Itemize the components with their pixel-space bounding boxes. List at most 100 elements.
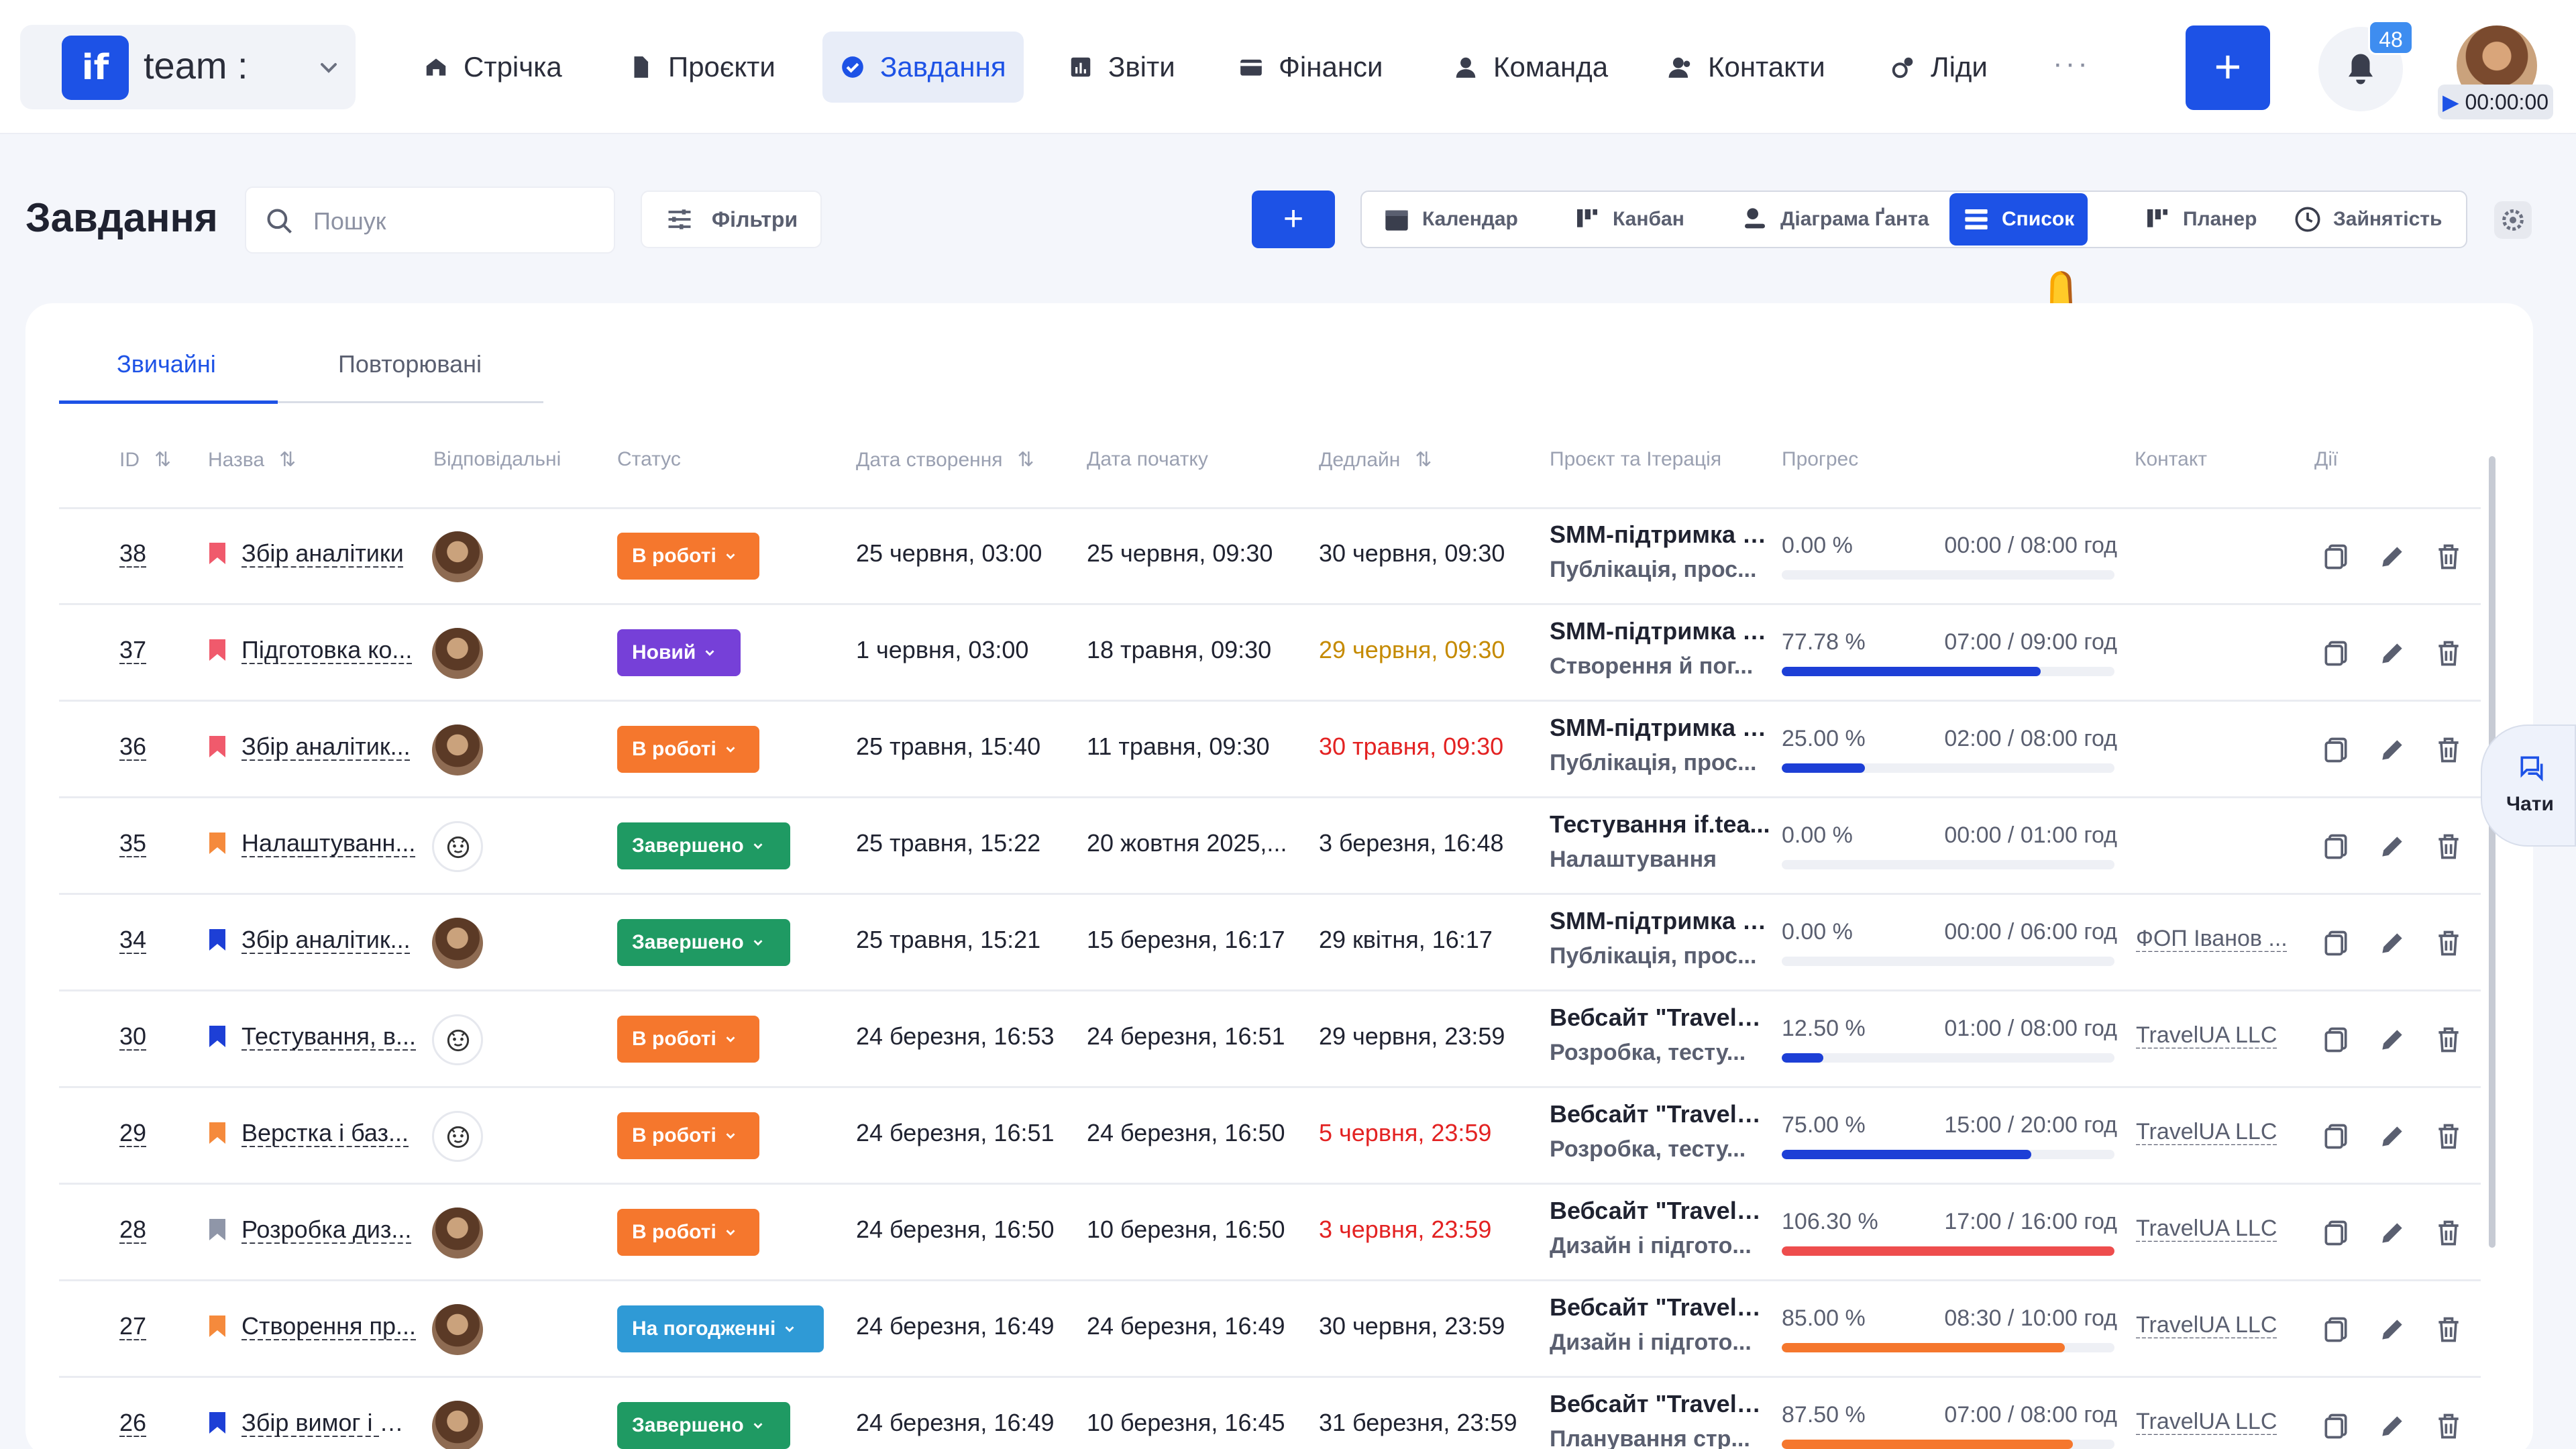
edit-icon[interactable]: [2377, 639, 2407, 668]
task-title[interactable]: Налаштуванн...: [241, 829, 417, 857]
table-row[interactable]: 29 Верстка і баз... В роботі 24 березня, 16…: [59, 1088, 2481, 1185]
filters-button[interactable]: Фільтри: [641, 191, 822, 248]
table-row[interactable]: 28 Розробка диз... В роботі 24 березня, 16:…: [59, 1185, 2481, 1281]
assignee-avatar[interactable]: [432, 1304, 483, 1355]
edit-icon[interactable]: [2377, 1218, 2407, 1248]
edit-icon[interactable]: [2377, 1025, 2407, 1055]
trash-icon[interactable]: [2434, 735, 2463, 765]
trash-icon[interactable]: [2434, 1315, 2463, 1344]
status-dropdown[interactable]: Завершено: [617, 919, 790, 966]
trash-icon[interactable]: [2434, 1411, 2463, 1441]
view-workload[interactable]: Зайнятість: [2281, 193, 2455, 246]
add-task-button[interactable]: +: [1252, 191, 1335, 248]
view-calendar[interactable]: Календар: [1370, 193, 1532, 246]
copy-icon[interactable]: [2321, 1218, 2351, 1248]
search-input[interactable]: [313, 201, 595, 241]
status-dropdown[interactable]: На погодженні: [617, 1305, 824, 1352]
assignee-avatar[interactable]: [432, 724, 483, 775]
settings-button[interactable]: [2494, 201, 2532, 239]
task-title[interactable]: Тестування, в...: [241, 1022, 417, 1051]
search-box[interactable]: [245, 186, 615, 254]
task-title[interactable]: Збір вимог і ф...: [241, 1409, 417, 1437]
nav-leads[interactable]: Ліди: [1873, 32, 2005, 103]
tab-recurring[interactable]: Повторювані: [338, 350, 482, 378]
nav-team[interactable]: Команда: [1436, 32, 1625, 103]
table-row[interactable]: 30 Тестування, в... В роботі 24 березня, 16…: [59, 991, 2481, 1088]
task-title[interactable]: Збір аналітики: [241, 539, 417, 568]
nav-feed[interactable]: Стрічка: [406, 32, 580, 103]
assignee-avatar[interactable]: [432, 1111, 483, 1162]
nav-reports[interactable]: Звіти: [1051, 32, 1193, 103]
copy-icon[interactable]: [2321, 639, 2351, 668]
more-menu[interactable]: ···: [2053, 47, 2090, 80]
nav-projects[interactable]: Проєкти: [610, 32, 793, 103]
copy-icon[interactable]: [2321, 1025, 2351, 1055]
edit-icon[interactable]: [2377, 542, 2407, 572]
copy-icon[interactable]: [2321, 832, 2351, 861]
contact-link[interactable]: TravelUA LLC: [2136, 1022, 2290, 1049]
trash-icon[interactable]: [2434, 1122, 2463, 1151]
tab-regular[interactable]: Звичайні: [117, 350, 216, 378]
edit-icon[interactable]: [2377, 1411, 2407, 1441]
task-id[interactable]: 35: [119, 829, 146, 857]
edit-icon[interactable]: [2377, 1315, 2407, 1344]
task-id[interactable]: 34: [119, 926, 146, 954]
contact-link[interactable]: ФОП Іванов ...: [2136, 926, 2290, 952]
copy-icon[interactable]: [2321, 1315, 2351, 1344]
time-tracker[interactable]: ▶ 00:00:00: [2438, 85, 2553, 119]
assignee-avatar[interactable]: [432, 1401, 483, 1449]
task-title[interactable]: Верстка і баз...: [241, 1119, 417, 1147]
task-id[interactable]: 30: [119, 1022, 146, 1051]
scrollbar-thumb[interactable]: [2489, 456, 2496, 1248]
assignee-avatar[interactable]: [432, 628, 483, 679]
table-row[interactable]: 37 Підготовка ко... Новий 1 червня, 03:00 18…: [59, 605, 2481, 702]
task-title[interactable]: Збір аналітик...: [241, 926, 417, 954]
view-kanban[interactable]: Канбан: [1560, 193, 1698, 246]
col-name[interactable]: Назва ⇅: [208, 448, 296, 472]
task-id[interactable]: 37: [119, 636, 146, 664]
trash-icon[interactable]: [2434, 1218, 2463, 1248]
copy-icon[interactable]: [2321, 542, 2351, 572]
quick-add-button[interactable]: +: [2186, 25, 2270, 110]
view-gantt[interactable]: Діаграма Ґанта: [1728, 193, 1943, 246]
table-row[interactable]: 38 Збір аналітики В роботі 25 червня, 03:00…: [59, 508, 2481, 605]
contact-link[interactable]: TravelUA LLC: [2136, 1312, 2290, 1338]
table-row[interactable]: 26 Збір вимог і ф... Завершено 24 березня, …: [59, 1378, 2481, 1449]
status-dropdown[interactable]: В роботі: [617, 1112, 759, 1159]
trash-icon[interactable]: [2434, 639, 2463, 668]
assignee-avatar[interactable]: [432, 1208, 483, 1258]
assignee-avatar[interactable]: [432, 918, 483, 969]
col-created[interactable]: Дата створення ⇅: [856, 448, 1034, 472]
task-title[interactable]: Створення пр...: [241, 1312, 417, 1340]
contact-link[interactable]: TravelUA LLC: [2136, 1409, 2290, 1435]
trash-icon[interactable]: [2434, 542, 2463, 572]
contact-link[interactable]: TravelUA LLC: [2136, 1216, 2290, 1242]
table-row[interactable]: 36 Збір аналітик... В роботі 25 травня, 15:…: [59, 702, 2481, 798]
edit-icon[interactable]: [2377, 832, 2407, 861]
col-deadline[interactable]: Дедлайн ⇅: [1319, 448, 1432, 472]
status-dropdown[interactable]: Завершено: [617, 822, 790, 869]
copy-icon[interactable]: [2321, 1122, 2351, 1151]
nav-finance[interactable]: Фінанси: [1221, 32, 1400, 103]
table-row[interactable]: 35 Налаштуванн... Завершено 25 травня, 15:2…: [59, 798, 2481, 895]
view-planner[interactable]: Планер: [2131, 193, 2270, 246]
workspace-switcher[interactable]: if team :: [20, 25, 356, 109]
assignee-avatar[interactable]: [432, 1014, 483, 1065]
nav-tasks[interactable]: Завдання: [822, 32, 1024, 103]
status-dropdown[interactable]: В роботі: [617, 533, 759, 580]
copy-icon[interactable]: [2321, 1411, 2351, 1441]
view-list[interactable]: Список: [1949, 193, 2088, 246]
copy-icon[interactable]: [2321, 928, 2351, 958]
nav-contacts[interactable]: Контакти: [1650, 32, 1843, 103]
assignee-avatar[interactable]: [432, 531, 483, 582]
contact-link[interactable]: TravelUA LLC: [2136, 1119, 2290, 1145]
copy-icon[interactable]: [2321, 735, 2351, 765]
trash-icon[interactable]: [2434, 1025, 2463, 1055]
col-id[interactable]: ID ⇅: [119, 448, 171, 472]
table-row[interactable]: 27 Створення пр... На погодженні 24 березня…: [59, 1281, 2481, 1378]
status-dropdown[interactable]: В роботі: [617, 1016, 759, 1063]
task-id[interactable]: 28: [119, 1216, 146, 1244]
trash-icon[interactable]: [2434, 832, 2463, 861]
chats-button[interactable]: Чати: [2481, 724, 2576, 847]
status-dropdown[interactable]: В роботі: [617, 726, 759, 773]
